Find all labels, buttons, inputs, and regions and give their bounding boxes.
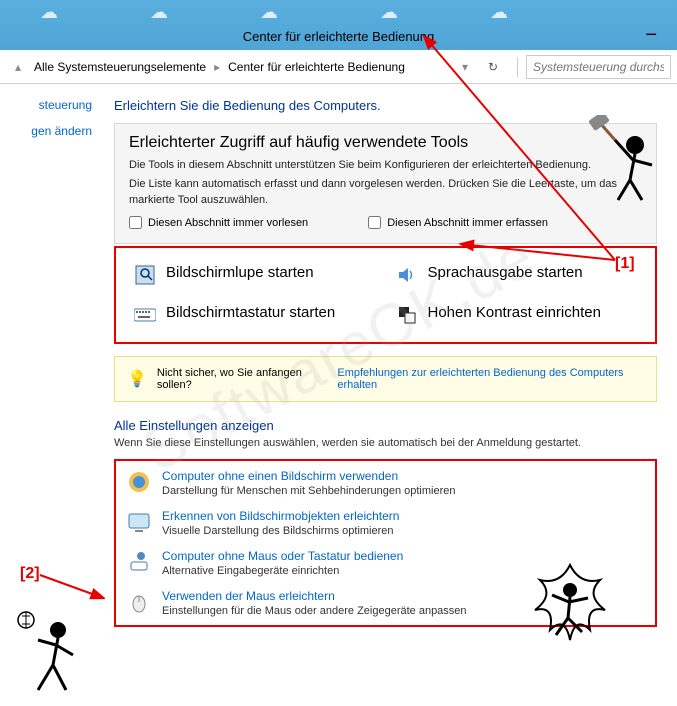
setting-link[interactable]: Erkennen von Bildschirmobjekten erleicht… xyxy=(162,509,399,523)
tool-label: Bildschirmlupe starten xyxy=(166,264,314,281)
tool-high-contrast[interactable]: Hohen Kontrast einrichten xyxy=(396,304,638,326)
breadcrumb-sep-icon: ▸ xyxy=(214,60,220,74)
recommendations-link[interactable]: Empfehlungen zur erleichterten Bedienung… xyxy=(337,367,644,391)
setting-item: Computer ohne Maus oder Tastatur bediene… xyxy=(126,549,645,577)
lightbulb-icon: 💡 xyxy=(127,369,147,389)
tool-label: Hohen Kontrast einrichten xyxy=(428,304,601,321)
checkbox-label: Diesen Abschnitt immer erfassen xyxy=(387,217,548,229)
settings-subtext: Wenn Sie diese Einstellungen auswählen, … xyxy=(114,437,657,449)
content-area: Erleichtern Sie die Bedienung des Comput… xyxy=(100,84,677,706)
tool-onscreen-keyboard[interactable]: Bildschirmtastatur starten xyxy=(134,304,376,326)
mouse-icon xyxy=(126,589,152,615)
setting-item: Erkennen von Bildschirmobjekten erleicht… xyxy=(126,509,645,537)
panel-description: Die Tools in diesem Abschnitt unterstütz… xyxy=(129,158,642,173)
hint-text: Nicht sicher, wo Sie anfangen sollen? xyxy=(157,367,327,391)
settings-list: Computer ohne einen Bildschirm verwenden… xyxy=(114,459,657,627)
minimize-button[interactable]: − xyxy=(645,30,657,40)
breadcrumb-item[interactable]: Alle Systemsteuerungselemente xyxy=(34,60,206,74)
address-bar: ▴ Alle Systemsteuerungselemente ▸ Center… xyxy=(0,50,677,84)
no-screen-icon xyxy=(126,469,152,495)
keyboard-icon xyxy=(134,304,156,326)
checkbox-input[interactable] xyxy=(129,216,142,229)
tool-label: Sprachausgabe starten xyxy=(428,264,583,281)
window-title: Center für erleichterte Bedienung xyxy=(243,29,435,44)
setting-desc: Visuelle Darstellung des Bildschirms opt… xyxy=(162,525,399,537)
screen-objects-icon xyxy=(126,509,152,535)
tools-grid: Bildschirmlupe starten Sprachausgabe sta… xyxy=(114,246,657,344)
hint-bar: 💡 Nicht sicher, wo Sie anfangen sollen? … xyxy=(114,356,657,402)
sidebar: steuerung gen ändern xyxy=(0,84,100,706)
sidebar-link[interactable]: gen ändern xyxy=(0,124,92,138)
dropdown-icon[interactable]: ▾ xyxy=(453,55,477,79)
setting-link[interactable]: Computer ohne einen Bildschirm verwenden xyxy=(162,469,456,483)
quick-access-panel: Erleichterter Zugriff auf häufig verwend… xyxy=(114,123,657,244)
sidebar-link[interactable]: steuerung xyxy=(0,98,92,112)
setting-item: Verwenden der Maus erleichtern Einstellu… xyxy=(126,589,645,617)
setting-link[interactable]: Verwenden der Maus erleichtern xyxy=(162,589,467,603)
no-mouse-icon xyxy=(126,549,152,575)
checkbox-label: Diesen Abschnitt immer vorlesen xyxy=(148,217,308,229)
setting-desc: Alternative Eingabegeräte einrichten xyxy=(162,565,403,577)
refresh-icon[interactable]: ↻ xyxy=(481,60,505,74)
tool-narrator[interactable]: Sprachausgabe starten xyxy=(396,264,638,286)
search-input[interactable] xyxy=(526,55,671,79)
checkbox-read-aloud[interactable]: Diesen Abschnitt immer vorlesen xyxy=(129,216,308,229)
contrast-icon xyxy=(396,304,418,326)
section-header: Erleichtern Sie die Bedienung des Comput… xyxy=(114,98,657,113)
settings-header: Alle Einstellungen anzeigen xyxy=(114,418,657,433)
setting-desc: Darstellung für Menschen mit Sehbehinder… xyxy=(162,485,456,497)
tool-label: Bildschirmtastatur starten xyxy=(166,304,335,321)
setting-item: Computer ohne einen Bildschirm verwenden… xyxy=(126,469,645,497)
checkbox-input[interactable] xyxy=(368,216,381,229)
narrator-icon xyxy=(396,264,418,286)
tool-magnifier[interactable]: Bildschirmlupe starten xyxy=(134,264,376,286)
setting-link[interactable]: Computer ohne Maus oder Tastatur bediene… xyxy=(162,549,403,563)
breadcrumb-item[interactable]: Center für erleichterte Bedienung xyxy=(228,60,405,74)
window-titlebar: ☁ ☁ ☁ ☁ ☁ Center für erleichterte Bedien… xyxy=(0,0,677,50)
main-area: steuerung gen ändern Erleichtern Sie die… xyxy=(0,84,677,706)
up-arrow-icon[interactable]: ▴ xyxy=(6,55,30,79)
panel-description: Die Liste kann automatisch erfasst und d… xyxy=(129,177,642,208)
setting-desc: Einstellungen für die Maus oder andere Z… xyxy=(162,605,467,617)
panel-title: Erleichterter Zugriff auf häufig verwend… xyxy=(129,134,642,152)
checkbox-scan[interactable]: Diesen Abschnitt immer erfassen xyxy=(368,216,548,229)
magnifier-icon xyxy=(134,264,156,286)
cloud-decoration: ☁ ☁ ☁ ☁ ☁ xyxy=(0,2,677,22)
